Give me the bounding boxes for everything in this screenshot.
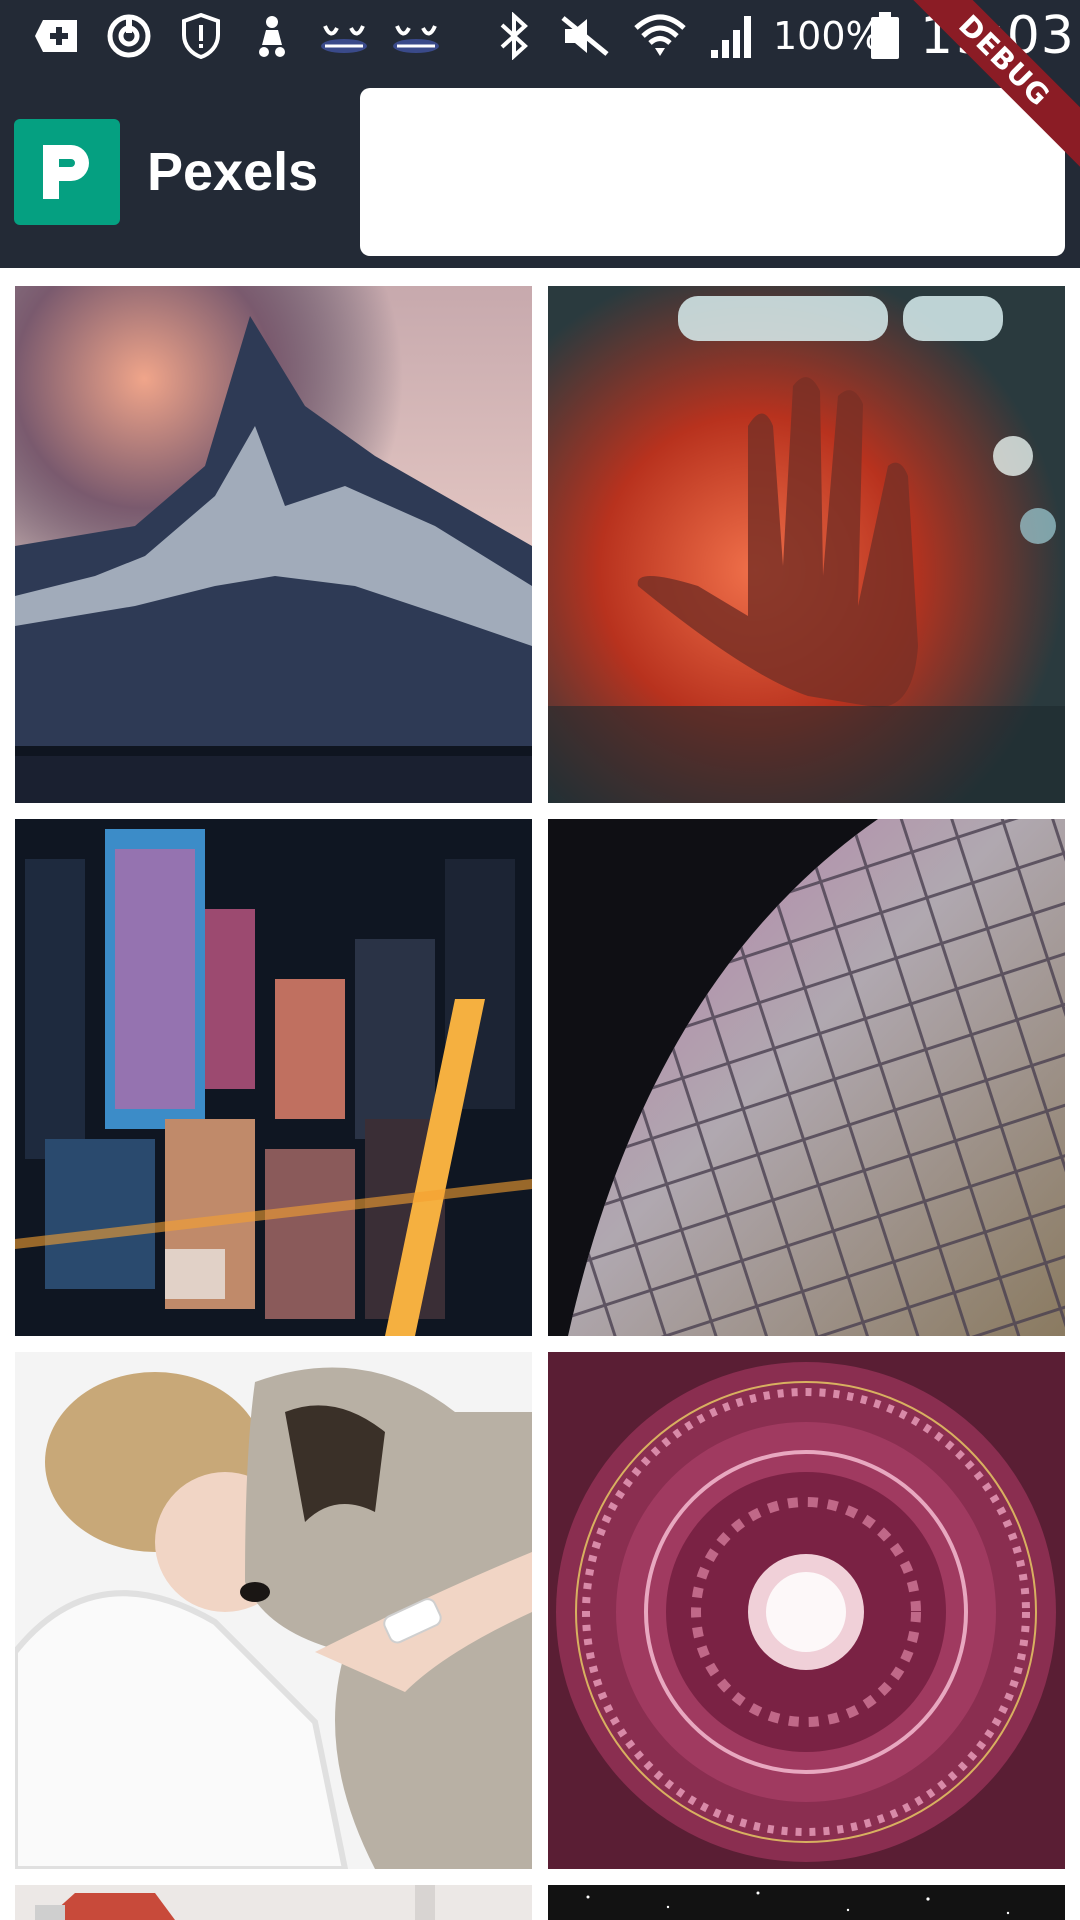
status-bar: 100% 19:03 — [0, 0, 1080, 72]
app-title: Pexels — [147, 142, 319, 202]
clock: 19:03 — [920, 6, 1075, 66]
wifi-icon — [632, 0, 688, 72]
sync-icon — [104, 0, 154, 72]
photo-tile-hand[interactable] — [548, 286, 1065, 803]
city-photo — [15, 819, 532, 1336]
rooftop-photo — [15, 1885, 532, 1920]
photo-tile-city[interactable] — [15, 819, 532, 1336]
signal-icon — [708, 0, 758, 72]
dome-photo — [548, 819, 1065, 1336]
photo-tile-dome[interactable] — [548, 819, 1065, 1336]
cat-icon — [318, 0, 370, 72]
photo-tile-stars[interactable] — [548, 1885, 1065, 1920]
add-box-icon — [30, 0, 84, 72]
stroller-icon — [250, 0, 294, 72]
shield-alert-icon — [178, 0, 224, 72]
mute-icon — [560, 0, 610, 72]
bluetooth-icon — [494, 0, 534, 72]
photo-tile-mountain[interactable] — [15, 286, 532, 803]
ceiling-photo — [548, 1352, 1065, 1869]
photo-tile-rooftop[interactable] — [15, 1885, 532, 1920]
cat-icon — [390, 0, 442, 72]
battery-percent: 100% — [773, 14, 882, 58]
photo-tile-woman-dog[interactable] — [15, 1352, 532, 1869]
mountain-photo — [15, 286, 532, 803]
hand-photo — [548, 286, 1065, 803]
photo-tile-ceiling[interactable] — [548, 1352, 1065, 1869]
stars-photo — [548, 1885, 1065, 1920]
woman-dog-photo — [15, 1352, 532, 1869]
app-bar: Pexels — [0, 72, 1080, 268]
battery-icon — [868, 0, 902, 72]
search-input[interactable] — [360, 88, 1065, 256]
pexels-logo-icon[interactable] — [14, 119, 120, 225]
